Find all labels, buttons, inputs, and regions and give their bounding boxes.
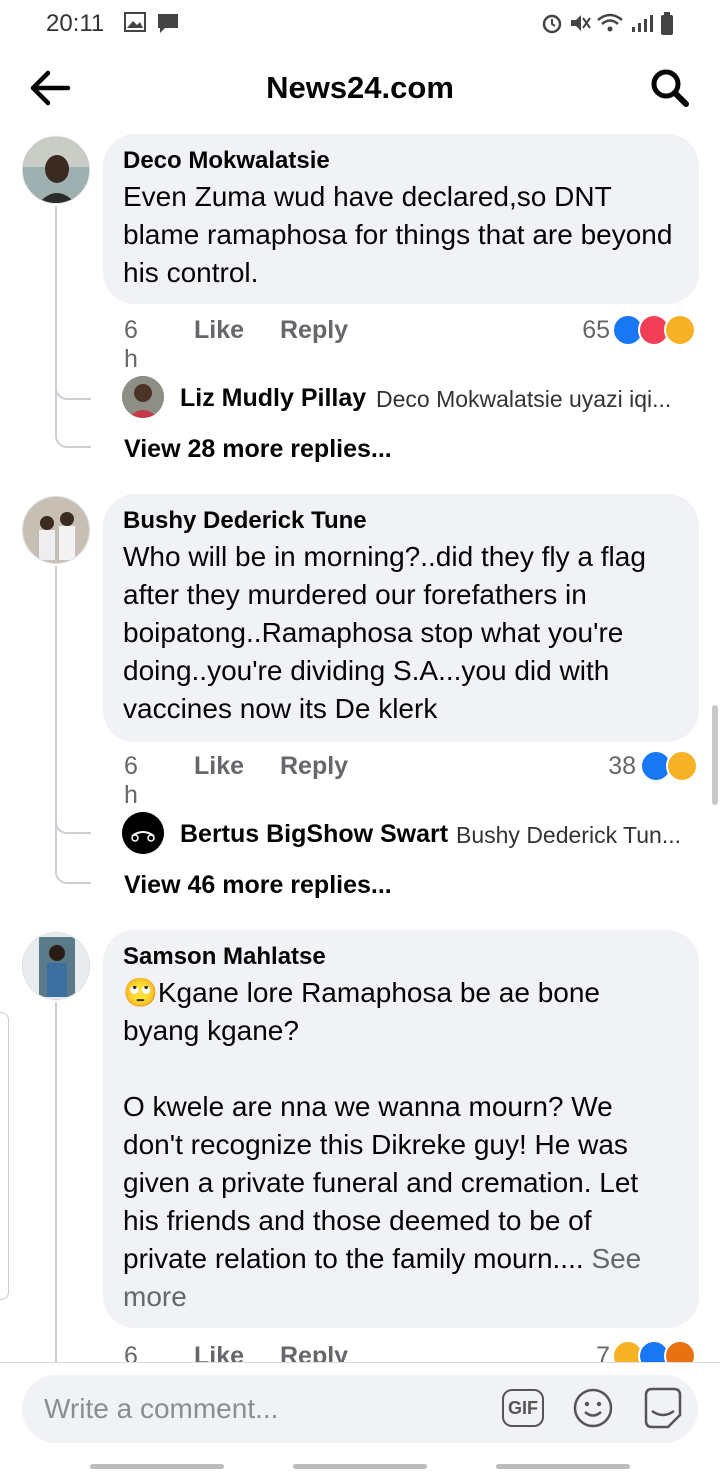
battery-icon — [661, 12, 673, 35]
comment-actions-clip: 6 h Like Reply 7 — [0, 1340, 720, 1362]
status-bar: 20:11 — [0, 0, 720, 46]
reply-author[interactable]: Bertus BigShow Swart — [180, 820, 448, 849]
reply-author[interactable]: Liz Mudly Pillay — [180, 384, 366, 413]
haha-reaction-icon — [664, 314, 696, 346]
reaction-icons[interactable] — [612, 1340, 702, 1362]
user-photo-icon — [23, 497, 89, 563]
comment-bubble[interactable]: Samson Mahlatse 🙄Kgane lore Ramaphosa be… — [103, 930, 699, 1328]
alarm-icon — [542, 14, 562, 34]
comment-time: 6 h — [124, 752, 138, 809]
wifi-icon — [597, 13, 623, 32]
view-more-replies[interactable]: View 46 more replies... — [124, 871, 392, 900]
comment-text: Who will be in morning?..did they fly a … — [123, 541, 654, 724]
comment-time: 6 h — [124, 316, 138, 373]
reply-connector — [55, 814, 91, 834]
comment-bubble[interactable]: Bushy Dederick Tune Who will be in morni… — [103, 494, 699, 742]
page-title: News24.com — [266, 70, 454, 105]
view-more-connector — [55, 420, 91, 448]
reaction-count[interactable]: 65 — [560, 316, 610, 345]
gif-button[interactable]: GIF — [502, 1389, 544, 1427]
avatar[interactable] — [22, 932, 90, 1000]
status-time: 20:11 — [46, 10, 105, 37]
like-button[interactable]: Like — [194, 316, 244, 345]
app-bar: News24.com — [0, 52, 720, 126]
scrollbar[interactable] — [712, 705, 718, 805]
reply-button[interactable]: Reply — [280, 752, 348, 781]
biker-logo-icon — [122, 812, 164, 854]
like-button[interactable]: Like — [194, 752, 244, 781]
search-icon[interactable] — [648, 66, 692, 110]
gallery-icon — [124, 12, 146, 32]
mute-icon — [571, 15, 591, 31]
reply-snippet: Bushy Dederick Tun... — [456, 822, 681, 848]
emoji-icon[interactable] — [572, 1387, 614, 1429]
angry-reaction-icon — [664, 1340, 696, 1362]
comment-author[interactable]: Samson Mahlatse — [123, 942, 679, 972]
reply-avatar[interactable] — [122, 376, 164, 418]
comment-author[interactable]: Bushy Dederick Tune — [123, 506, 679, 536]
nav-back[interactable] — [496, 1464, 630, 1469]
signal-icon — [632, 15, 653, 32]
haha-reaction-icon — [666, 750, 698, 782]
rolling-eyes-emoji-icon: 🙄 — [123, 977, 158, 1008]
reply-preview[interactable]: Liz Mudly Pillay Deco Mokwalatsie uyazi … — [122, 376, 702, 420]
avatar[interactable] — [22, 136, 90, 204]
reaction-count[interactable]: 38 — [586, 752, 636, 781]
view-more-connector — [55, 856, 91, 884]
reply-avatar[interactable] — [122, 812, 164, 854]
sticker-icon[interactable] — [640, 1385, 686, 1431]
reply-snippet: Deco Mokwalatsie uyazi iqi... — [376, 386, 672, 412]
nav-recents[interactable] — [90, 1464, 224, 1469]
avatar[interactable] — [22, 496, 90, 564]
comment-text: 🙄Kgane lore Ramaphosa be ae bone byang k… — [123, 974, 679, 1316]
message-icon — [158, 14, 178, 33]
reply-button[interactable]: Reply — [280, 1342, 348, 1362]
reply-preview[interactable]: Bertus BigShow Swart Bushy Dederick Tun.… — [122, 812, 702, 856]
edge-panel-handle[interactable] — [0, 1012, 9, 1300]
user-photo-icon — [122, 376, 164, 418]
nav-home[interactable] — [293, 1464, 427, 1469]
user-photo-icon — [23, 137, 89, 203]
comment-input[interactable]: Write a comment... GIF — [22, 1375, 698, 1443]
thread-line — [55, 206, 57, 438]
comment-bubble[interactable]: Deco Mokwalatsie Even Zuma wud have decl… — [103, 134, 699, 304]
comment-author[interactable]: Deco Mokwalatsie — [123, 146, 679, 176]
reaction-icons[interactable] — [612, 314, 702, 346]
reaction-icons[interactable] — [640, 750, 704, 782]
comment-text: Even Zuma wud have declared,so DNT blame… — [123, 181, 681, 288]
like-button[interactable]: Like — [194, 1342, 244, 1362]
thread-line — [55, 1002, 57, 1362]
reaction-count[interactable]: 7 — [560, 1342, 610, 1362]
user-photo-icon — [23, 933, 89, 999]
comment-body: Kgane lore Ramaphosa be ae bone byang kg… — [123, 977, 639, 1274]
comment-time: 6 h — [124, 1342, 138, 1362]
reply-connector — [55, 380, 91, 400]
comment-placeholder: Write a comment... — [44, 1393, 279, 1424]
view-more-replies[interactable]: View 28 more replies... — [124, 435, 392, 464]
reply-button[interactable]: Reply — [280, 316, 348, 345]
